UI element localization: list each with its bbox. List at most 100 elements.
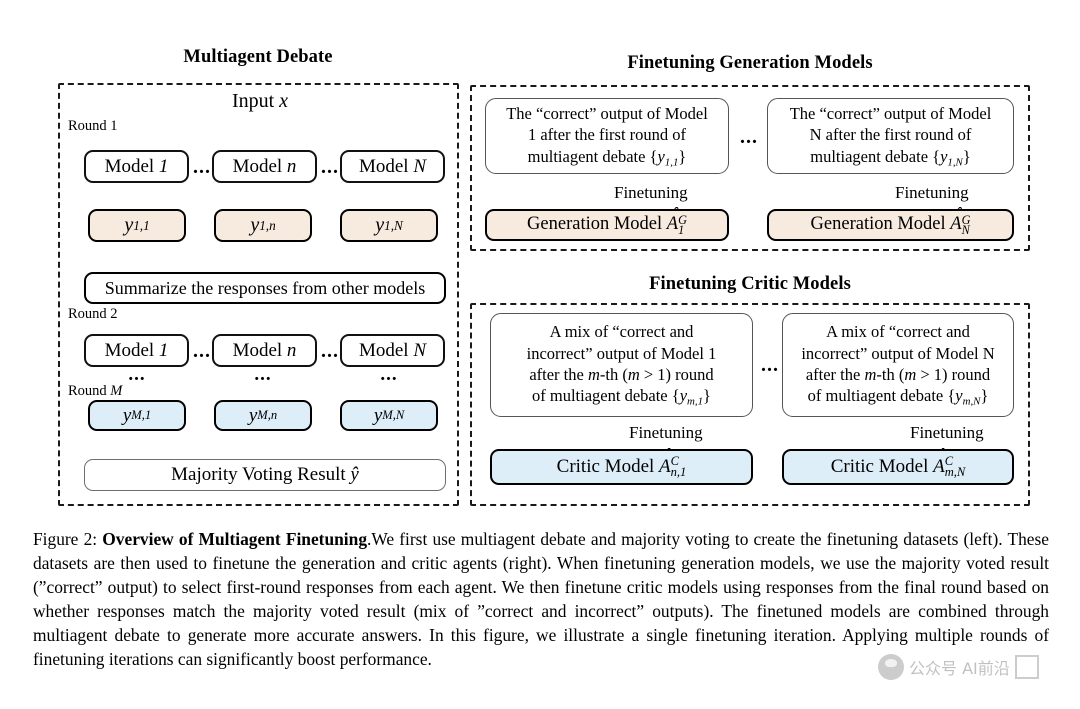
model-name: Model	[232, 155, 283, 177]
critic-source-line3-mid: -th (	[599, 365, 628, 384]
generation-source-line2: N after the first round of	[809, 125, 972, 145]
critic-source-line3-post: > 1) round	[639, 365, 714, 384]
output-subscript: M,1	[131, 408, 152, 423]
input-label: Input	[231, 89, 275, 112]
caption-prefix: Figure 2:	[33, 529, 103, 549]
output-box-round1-N[interactable]: y 1,N	[340, 209, 438, 242]
figure-caption: Figure 2: Overview of Multiagent Finetun…	[33, 527, 1049, 672]
generation-source-line3: multiagent debate {y1,N}	[790, 146, 992, 169]
generation-arrow-label-1: Finetuning	[614, 183, 688, 202]
critic-source-line1: A mix of “correct and	[826, 322, 970, 342]
generation-model-symbol: Â	[667, 214, 678, 235]
critic-source-line4-pre: of multiagent debate {	[532, 386, 680, 406]
ellipsis-rounds-N: ...	[380, 364, 398, 385]
caption-bold-title: Overview of Multiagent Finetuning	[102, 529, 368, 549]
output-subscript: M,n	[257, 408, 278, 423]
summarize-box[interactable]: Summarize the responses from other model…	[84, 272, 446, 304]
critic-source-line4-var: y	[679, 386, 688, 406]
model-box-round2-n[interactable]: Model n	[212, 334, 317, 367]
critic-arrow-label-1: Finetuning	[629, 423, 703, 442]
model-index: N	[413, 339, 427, 361]
ellipsis-rounds-n: ...	[254, 364, 272, 385]
critic-source-line4-sub: m,1	[687, 395, 704, 408]
critic-model-var: A	[933, 456, 945, 478]
generation-source-line3-post: }	[962, 146, 971, 166]
figure-overview-multiagent-finetuning: Multiagent Debate Input x Round 1 Model …	[0, 0, 1080, 709]
critic-source-line1: A mix of “correct and	[549, 322, 694, 342]
model-index: n	[286, 155, 297, 177]
output-subscript: 1,N	[384, 217, 403, 233]
model-index: N	[413, 155, 427, 177]
output-box-roundM-N[interactable]: y M,N	[340, 400, 438, 431]
round-m-variable: M	[110, 383, 123, 399]
critic-source-box-1[interactable]: A mix of “correct and incorrect” output …	[490, 313, 753, 417]
critic-arrow-label-N: Finetuning	[910, 423, 984, 442]
generation-model-label: Generation Model	[810, 214, 946, 235]
majority-voting-box[interactable]: Majority Voting Result ŷ	[84, 459, 446, 491]
generation-source-line3-var: y	[657, 146, 665, 166]
generation-source-box-1[interactable]: The “correct” output of Model 1 after th…	[485, 98, 729, 174]
model-index: n	[286, 339, 297, 361]
critic-source-line3: after the m-th (m > 1) round	[527, 364, 717, 385]
generation-model-var: A	[950, 214, 962, 235]
critic-source-line3-post: > 1) round	[916, 365, 991, 384]
critic-source-line3-pre: after the	[805, 365, 865, 384]
critic-source-line3-mid: -th (	[876, 365, 905, 384]
output-subscript: 1,1	[133, 217, 150, 233]
critic-model-label: Critic Model	[830, 456, 929, 478]
input-node: Input x	[190, 88, 330, 114]
generation-model-sub: N	[961, 223, 970, 238]
output-variable: y	[373, 404, 383, 426]
critic-source-line4: of multiagent debate {ym,1}	[527, 385, 717, 408]
generation-source-line2: 1 after the first round of	[527, 125, 687, 145]
generation-source-line3-pre: multiagent debate {	[810, 146, 941, 166]
critic-model-label: Critic Model	[556, 456, 655, 478]
output-box-roundM-1[interactable]: y M,1	[88, 400, 186, 431]
critic-source-line4-sub: m,N	[962, 395, 981, 408]
output-variable: y	[124, 214, 134, 236]
critic-source-line3-m2: m	[904, 365, 917, 384]
generation-source-box-N[interactable]: The “correct” output of Model N after th…	[767, 98, 1014, 174]
critic-source-line4-var: y	[955, 386, 963, 406]
generation-model-box-N[interactable]: Generation Model ÂGN	[767, 209, 1014, 241]
output-box-round1-n[interactable]: y 1,n	[214, 209, 312, 242]
critic-source-line2: incorrect” output of Model 1	[526, 343, 717, 363]
critic-source-line4-post: }	[980, 386, 989, 406]
model-name: Model	[104, 155, 155, 177]
critic-source-line3: after the m-th (m > 1) round	[801, 364, 994, 385]
generation-source-line1: The “correct” output of Model	[789, 103, 992, 123]
model-box-round2-1[interactable]: Model 1	[84, 334, 189, 367]
output-subscript: M,N	[382, 408, 405, 423]
generation-source-line3-sub: 1,N	[947, 156, 963, 168]
model-box-round1-N[interactable]: Model N	[340, 150, 445, 183]
caption-body: .We first use multiagent debate and majo…	[33, 529, 1049, 670]
generation-source-line3-pre: multiagent debate {	[527, 146, 658, 166]
model-name: Model	[358, 339, 409, 361]
output-box-round1-1[interactable]: y 1,1	[88, 209, 186, 242]
critic-source-line3-pre: after the	[529, 365, 588, 384]
output-subscript: 1,n	[259, 217, 276, 233]
output-variable: y	[250, 214, 260, 236]
critic-model-box-1[interactable]: Critic Model ÂCn,1	[490, 449, 753, 485]
input-variable: x	[279, 89, 289, 112]
critic-model-var: A	[659, 456, 671, 478]
generation-model-box-1[interactable]: Generation Model ÂG1	[485, 209, 729, 241]
critic-model-symbol: Â	[933, 456, 945, 478]
critic-model-box-N[interactable]: Critic Model ÂCm,N	[782, 449, 1014, 485]
model-index: 1	[158, 339, 169, 361]
output-box-roundM-n[interactable]: y M,n	[214, 400, 312, 431]
model-box-round1-n[interactable]: Model n	[212, 150, 317, 183]
critic-source-line4-pre: of multiagent debate {	[807, 386, 956, 406]
generation-model-supsub: G1	[678, 213, 687, 236]
generation-model-var: A	[666, 214, 679, 235]
generation-model-supsub: GN	[961, 213, 971, 238]
model-box-round2-N[interactable]: Model N	[340, 334, 445, 367]
critic-model-symbol: Â	[659, 456, 671, 478]
model-box-round1-1[interactable]: Model 1	[84, 150, 189, 183]
ellipsis-rounds-1: ...	[128, 364, 146, 385]
critic-source-box-N[interactable]: A mix of “correct and incorrect” output …	[782, 313, 1014, 417]
model-name: Model	[104, 339, 155, 361]
output-variable: y	[375, 214, 385, 236]
round-1-label: Round 1	[68, 118, 118, 134]
critic-source-line2: incorrect” output of Model N	[801, 343, 995, 363]
